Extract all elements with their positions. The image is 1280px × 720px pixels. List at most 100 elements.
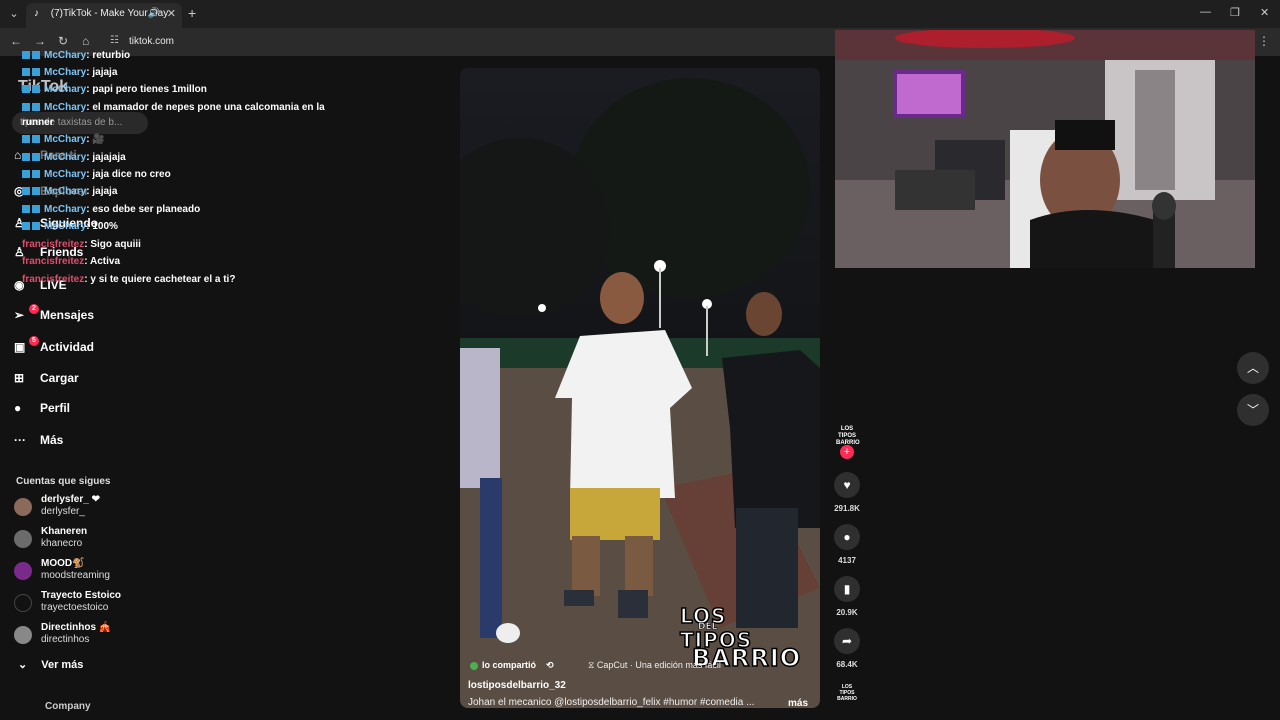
video-author-username[interactable]: lostiposdelbarrio_32 xyxy=(468,680,566,691)
chat-message: McChary: 🎥 xyxy=(22,134,105,150)
chat-message: McChary: returbio xyxy=(22,50,130,66)
chat-badge-icon xyxy=(22,187,30,196)
nav-cargar[interactable]: ⊞ Cargar xyxy=(14,371,79,385)
chat-badge-icon xyxy=(22,222,30,231)
chevron-down-icon: ⌄ xyxy=(18,659,28,671)
account-name: Khaneren xyxy=(41,526,88,537)
account-handle: khanecro xyxy=(41,538,83,549)
chat-badge-icon xyxy=(22,51,30,60)
chat-badge-icon xyxy=(32,103,40,112)
followed-account[interactable]: derlysfer_ ❤ derlysfer_ xyxy=(14,494,214,520)
chat-badge-icon xyxy=(22,68,30,77)
minimize-icon[interactable]: — xyxy=(1200,6,1211,18)
avatar xyxy=(14,530,32,548)
chat-badge-icon xyxy=(22,103,30,112)
forward-icon[interactable]: → xyxy=(34,34,46,48)
video-caption: Johan el mecanico @lostiposdelbarrio_fel… xyxy=(468,697,755,708)
nav-perfil[interactable]: ● Perfil xyxy=(14,401,70,415)
browser-menu-icon[interactable]: ⋮ xyxy=(1258,34,1270,48)
more-icon: ··· xyxy=(14,433,26,447)
chat-badge-icon xyxy=(32,85,40,94)
nav-mensajes[interactable]: ➢ 2 Mensajes xyxy=(14,304,94,322)
account-name: Trayecto Estoico xyxy=(41,590,122,601)
webcam-image xyxy=(835,30,1255,268)
screen: ⌄ ♪ (7)TikTok - Make Your Day 🔊 ✕ + — ❐ … xyxy=(0,0,1280,720)
followed-account[interactable]: MOOD🐒 moodstreaming xyxy=(14,558,214,584)
nav-mas[interactable]: ··· Más xyxy=(14,433,63,447)
company-link[interactable]: Company xyxy=(45,701,91,712)
chat-badge-icon xyxy=(22,153,30,162)
window-close-icon[interactable]: ✕ xyxy=(1260,6,1269,19)
account-handle: moodstreaming xyxy=(41,570,110,581)
chat-badge-icon xyxy=(32,68,40,77)
chat-badge-icon xyxy=(32,187,40,196)
home-button-icon[interactable]: ⌂ xyxy=(82,34,89,48)
chat-badge-icon xyxy=(32,51,40,60)
followed-account[interactable]: Khaneren khanecro xyxy=(14,526,214,552)
video-player[interactable]: LOS TIPOS DEL BARRIO lo compartió ⟲ ⧖ Cap… xyxy=(460,68,820,708)
chat-message: McChary: jajaja xyxy=(22,186,117,202)
next-video-button[interactable]: ﹀ xyxy=(1237,394,1269,426)
browser-tab-tiktok[interactable]: ♪ (7)TikTok - Make Your Day 🔊 ✕ xyxy=(26,3,182,28)
followed-account[interactable]: Trayecto Estoico trayectoestoico xyxy=(14,590,214,616)
tab-audio-icon[interactable]: 🔊 xyxy=(148,3,160,25)
chat-badge-icon xyxy=(22,135,30,144)
follow-plus-icon[interactable]: + xyxy=(840,445,854,459)
like-button[interactable]: ♥ 291.8K xyxy=(832,472,862,513)
share-count: 68.4K xyxy=(836,660,858,669)
account-handle: trayectoestoico xyxy=(41,602,109,613)
tab-search-icon[interactable]: ⌄ xyxy=(6,6,22,22)
account-handle: derlysfer_ xyxy=(41,506,85,517)
new-tab-icon[interactable]: + xyxy=(188,5,196,21)
tiktok-favicon-icon: ♪ xyxy=(34,8,39,19)
save-count: 20.9K xyxy=(836,608,858,617)
chat-message: francisfreitez: Sigo aquiii xyxy=(22,239,141,250)
chat-message-continued: runner xyxy=(22,117,54,128)
heart-icon: ♥ xyxy=(834,472,860,498)
save-button[interactable]: ▮ 20.9K xyxy=(832,576,862,617)
account-handle: directinhos xyxy=(41,634,90,645)
activity-badge: 5 xyxy=(29,336,39,346)
previous-video-button[interactable]: ︿ xyxy=(1237,352,1269,384)
avatar xyxy=(14,562,32,580)
chat-message: McChary: eso debe ser planeado xyxy=(22,204,200,220)
reload-icon[interactable]: ↻ xyxy=(58,34,68,48)
comment-count: 4137 xyxy=(838,556,856,565)
shared-by-label[interactable]: lo compartió ⟲ xyxy=(470,660,554,671)
nav-actividad[interactable]: ▣ 5 Actividad xyxy=(14,336,94,354)
chat-badge-icon xyxy=(32,153,40,162)
caption-more-button[interactable]: más xyxy=(788,698,808,708)
chevron-up-icon: ︿ xyxy=(1246,361,1259,375)
share-button[interactable]: ➦ 68.4K xyxy=(832,628,862,669)
account-name: derlysfer_ ❤ xyxy=(41,494,100,505)
like-count: 291.8K xyxy=(834,504,860,513)
comment-icon: ● xyxy=(834,524,860,550)
capcut-icon: ⧖ xyxy=(588,660,597,670)
tab-close-icon[interactable]: ✕ xyxy=(167,3,176,25)
profile-icon: ● xyxy=(14,401,22,415)
avatar xyxy=(14,498,32,516)
capcut-anchor[interactable]: ⧖ CapCut · Una edición más fácil xyxy=(588,660,721,671)
comment-button[interactable]: ● 4137 xyxy=(832,524,862,565)
url-field[interactable]: tiktok.com xyxy=(129,36,174,47)
chat-badge-icon xyxy=(32,222,40,231)
chevron-down-icon: ﹀ xyxy=(1246,403,1259,417)
chat-message: francisfreitez: Activa xyxy=(22,256,121,267)
restore-icon[interactable]: ❐ xyxy=(1230,6,1240,19)
chat-message: McChary: jaja dice no creo xyxy=(22,169,171,185)
account-name: MOOD🐒 xyxy=(41,558,85,569)
music-disc-icon[interactable]: LOS TIPOS BARRIO xyxy=(836,684,858,702)
repost-icon: ⟲ xyxy=(546,660,554,670)
following-accounts-title: Cuentas que sigues xyxy=(16,476,111,487)
chat-message: McChary: 100% xyxy=(22,221,118,237)
streamer-webcam xyxy=(835,30,1255,268)
see-more-label: Ver más xyxy=(41,659,84,671)
followed-account[interactable]: Directinhos 🎪 directinhos xyxy=(14,622,214,648)
chat-badge-icon xyxy=(32,205,40,214)
chat-badge-icon xyxy=(22,85,30,94)
see-more-button[interactable]: ⌄ Ver más xyxy=(18,658,83,671)
site-info-icon[interactable]: ☷ xyxy=(110,35,119,46)
upload-icon: ⊞ xyxy=(14,371,25,385)
back-icon[interactable]: ← xyxy=(10,34,22,48)
chat-badge-icon xyxy=(22,170,30,179)
